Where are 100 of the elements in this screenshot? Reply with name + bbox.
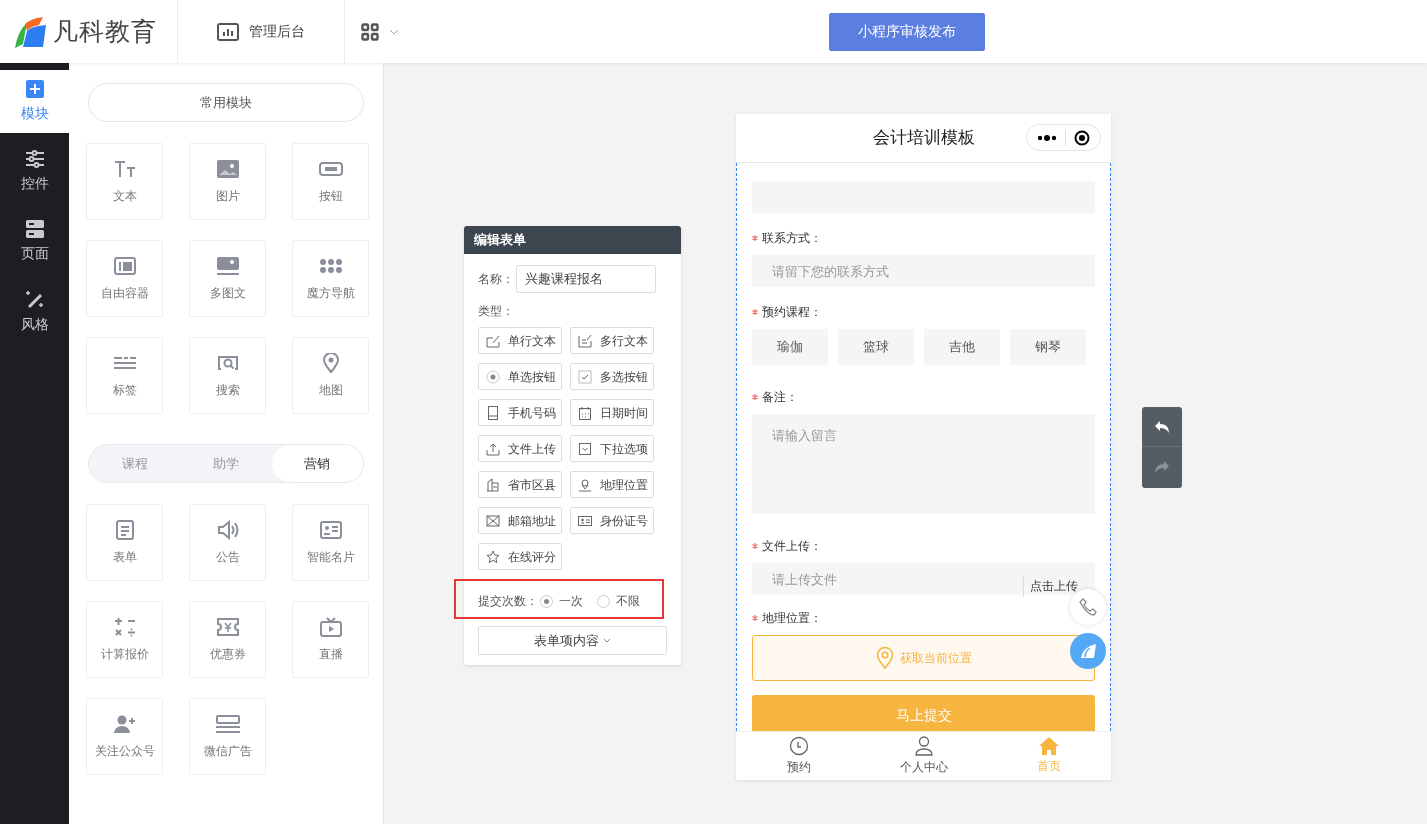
field-type-button[interactable]: 日期时间 <box>570 399 654 426</box>
radio-option[interactable]: 不限 <box>597 592 640 610</box>
banner-icon <box>215 715 240 733</box>
module-card[interactable]: 自由容器 <box>86 240 163 317</box>
module-card[interactable]: 公告 <box>189 504 266 581</box>
module-card[interactable]: 表单 <box>86 504 163 581</box>
field-label: 类型： <box>478 303 515 320</box>
field-type-button[interactable]: 邮箱地址 <box>478 507 562 534</box>
button-icon <box>318 162 343 176</box>
id-card-icon <box>319 521 342 539</box>
magic-wand-icon <box>24 288 45 309</box>
module-card[interactable]: 按钮 <box>292 143 369 220</box>
module-card[interactable]: 直播 <box>292 601 369 678</box>
sliders-icon <box>24 149 45 168</box>
sail-icon <box>1079 643 1097 659</box>
undo-icon <box>1154 419 1170 434</box>
sidebar-item[interactable]: 页面 <box>0 210 69 273</box>
field-type-button[interactable]: 地理位置 <box>570 471 654 498</box>
bottom-tab[interactable]: 预约 <box>736 732 861 780</box>
module-card[interactable]: 图片 <box>189 143 266 220</box>
panel-title: 编辑表单 <box>464 226 681 254</box>
more-icon <box>1037 134 1057 141</box>
field-label: 地理位置： <box>762 610 822 627</box>
chevron-down-icon <box>389 28 399 35</box>
calendar-icon <box>578 405 592 420</box>
search-icon <box>216 355 239 371</box>
home-icon <box>1038 737 1059 755</box>
grid-icon <box>361 22 379 41</box>
document-icon <box>115 520 134 540</box>
field-label: 文件上传： <box>762 538 822 555</box>
bar-chart-icon <box>217 22 239 41</box>
redo-icon <box>1154 460 1170 474</box>
radio-icon <box>486 369 500 384</box>
module-card[interactable]: 多图文 <box>189 240 266 317</box>
form-items-button[interactable]: 表单项内容 <box>478 626 667 655</box>
record-icon <box>1074 129 1090 146</box>
sidebar-item[interactable]: 风格 <box>0 280 69 343</box>
field-type-button[interactable]: 多选按钮 <box>570 363 654 390</box>
module-card[interactable]: 地图 <box>292 337 369 414</box>
module-card[interactable]: 微信广告 <box>189 698 266 775</box>
layout-icon <box>25 219 44 238</box>
star-icon <box>486 549 500 564</box>
image-icon <box>216 160 239 178</box>
tv-play-icon <box>319 617 342 637</box>
course-option[interactable]: 篮球 <box>838 329 914 365</box>
speaker-icon <box>216 520 239 540</box>
field-type-button[interactable]: 手机号码 <box>478 399 562 426</box>
field-label: 备注： <box>762 389 798 406</box>
location-icon <box>578 477 592 492</box>
phone-icon <box>486 405 500 420</box>
field-type-button[interactable]: 单行文本 <box>478 327 562 354</box>
module-card[interactable]: 智能名片 <box>292 504 369 581</box>
plus-icon <box>25 79 44 98</box>
calculator-icon <box>113 617 136 637</box>
building-icon <box>486 477 500 492</box>
course-option[interactable]: 瑜伽 <box>752 329 828 365</box>
radio-option[interactable]: 一次 <box>540 592 583 610</box>
container-icon <box>113 257 136 275</box>
phone-icon <box>1079 598 1097 616</box>
field-type-button[interactable]: 下拉选项 <box>570 435 654 462</box>
course-option[interactable]: 吉他 <box>924 329 1000 365</box>
bottom-tab[interactable]: 个人中心 <box>861 732 986 780</box>
field-type-button[interactable]: 在线评分 <box>478 543 562 570</box>
dots-grid-icon <box>318 258 343 274</box>
module-card[interactable]: 魔方导航 <box>292 240 369 317</box>
add-user-icon <box>113 715 136 733</box>
phone-title: 会计培训模板 <box>872 127 975 150</box>
field-type-button[interactable]: 省市区县 <box>478 471 562 498</box>
brand-float-button[interactable] <box>1070 633 1106 669</box>
module-card[interactable]: 计算报价 <box>86 601 163 678</box>
clock-icon <box>788 736 809 756</box>
category-tab[interactable]: 营销 <box>271 445 363 482</box>
upload-icon <box>486 441 500 456</box>
module-card[interactable]: 标签 <box>86 337 163 414</box>
field-label: 名称： <box>478 271 514 288</box>
publish-button[interactable]: 小程序审核发布 <box>829 12 985 51</box>
chevron-down-icon <box>603 638 611 643</box>
field-type-button[interactable]: 文件上传 <box>478 435 562 462</box>
field-type-button[interactable]: 单选按钮 <box>478 363 562 390</box>
user-icon <box>914 736 933 756</box>
course-option[interactable]: 钢琴 <box>1010 329 1086 365</box>
comment-textarea[interactable]: 请输入留言 <box>752 414 1095 514</box>
text-input[interactable]: 请留下您的联系方式 <box>752 255 1095 287</box>
sidebar-item[interactable]: 控件 <box>0 140 69 203</box>
module-card[interactable]: 关注公众号 <box>86 698 163 775</box>
dropdown-icon <box>578 441 592 456</box>
field-type-button[interactable]: 身份证号 <box>570 507 654 534</box>
coupon-icon <box>216 618 239 636</box>
field-type-button[interactable]: 多行文本 <box>570 327 654 354</box>
tag-lines-icon <box>113 357 136 369</box>
name-input[interactable]: 兴趣课程报名 <box>516 265 656 293</box>
edit-icon <box>486 333 500 348</box>
checkbox-icon <box>578 369 592 384</box>
module-card[interactable]: 优惠券 <box>189 601 266 678</box>
module-card[interactable]: 搜索 <box>189 337 266 414</box>
module-card[interactable]: 文本 <box>86 143 163 220</box>
sidebar-item[interactable]: 模块 <box>0 70 69 133</box>
field-label: 预约课程： <box>762 304 822 321</box>
edit-icon <box>578 333 592 348</box>
image-text-icon <box>216 257 239 275</box>
